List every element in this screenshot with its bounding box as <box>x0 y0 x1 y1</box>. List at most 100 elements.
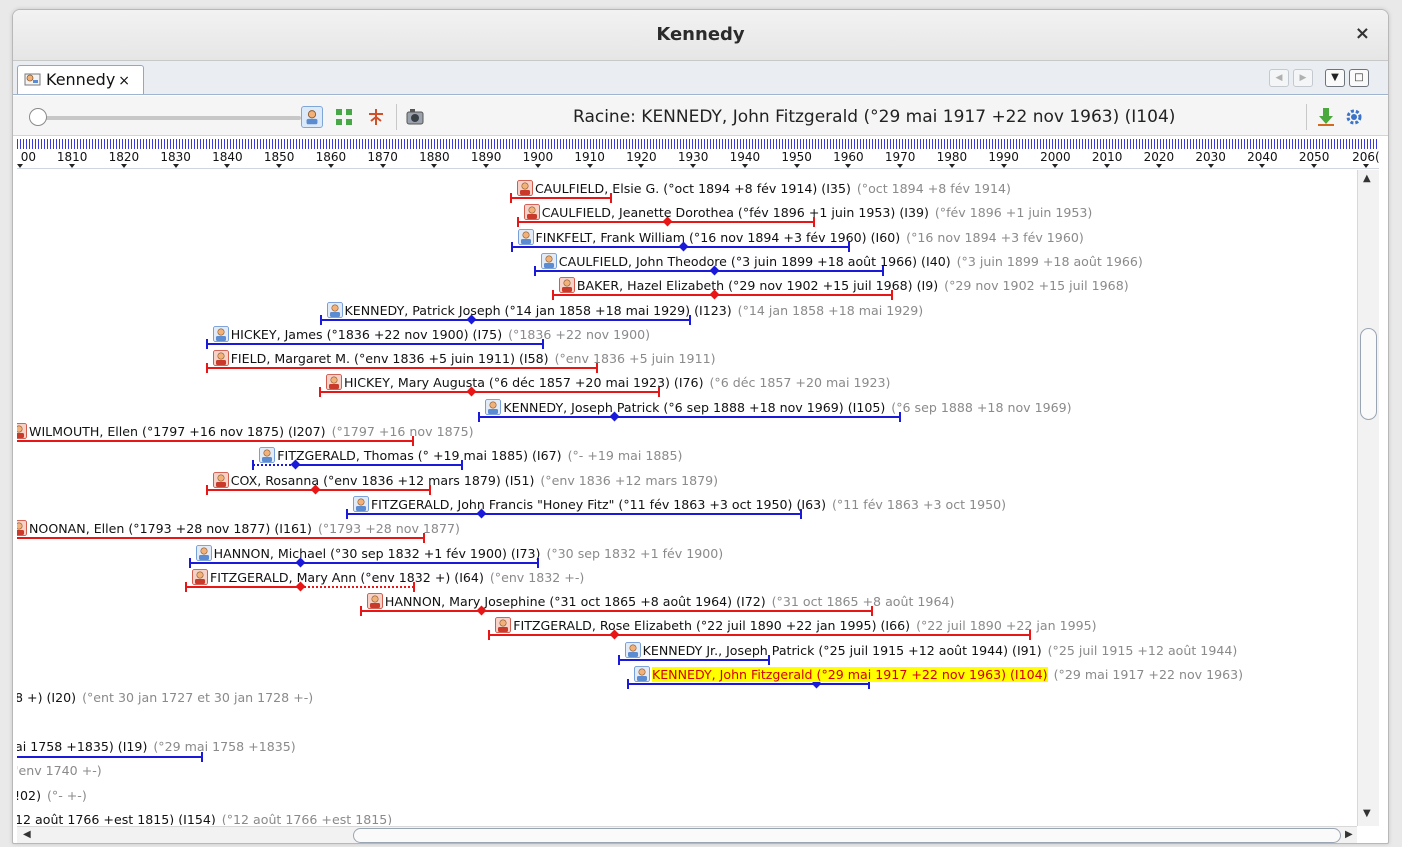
lifespan-bar <box>17 440 414 442</box>
vertical-scroll-thumb[interactable] <box>1360 328 1377 420</box>
person-row[interactable]: NOONAN, Ellen (°1793 +28 nov 1877) (I161… <box>17 520 1357 544</box>
person-row[interactable]: KENNEDY, John Fitzgerald (°29 mai 1917 +… <box>17 666 1357 690</box>
person-row[interactable]: HANNON, Mary Josephine (°31 oct 1865 +8 … <box>17 593 1357 617</box>
scroll-up-icon[interactable]: ▲ <box>1363 173 1371 184</box>
person-label[interactable]: ai 1758 +1835) (I19) (°29 mai 1758 +1835) <box>17 739 296 755</box>
birth-marker <box>205 363 208 374</box>
person-label[interactable]: KENNEDY Jr., Joseph Patrick (°25 juil 19… <box>624 641 1237 659</box>
person-label[interactable]: WILMOUTH, Ellen (°1797 +16 nov 1875) (I2… <box>17 423 474 440</box>
person-label[interactable]: FITZGERALD, Rose Elizabeth (°22 juil 189… <box>495 617 1097 634</box>
next-tab-icon[interactable]: ▶ <box>1293 69 1313 87</box>
person-label[interactable]: FITZGERALD, Mary Ann (°env 1832 +) (I64)… <box>192 568 584 586</box>
person-name: COX, Rosanna (°env 1836 +12 mars 1879) (… <box>230 472 535 488</box>
expand-tree-icon[interactable] <box>333 106 355 128</box>
person-label[interactable]: CAULFIELD, John Theodore (°3 juin 1899 +… <box>540 252 1143 270</box>
vertical-scrollbar[interactable]: ▲ ▼ <box>1357 170 1379 826</box>
person-row[interactable]: CAULFIELD, Elsie G. (°oct 1894 +8 fév 19… <box>17 180 1357 204</box>
person-row[interactable]: FITZGERALD, Thomas (° +19 mai 1885) (I67… <box>17 447 1357 471</box>
person-dates-hint: (°- +19 mai 1885) <box>567 448 683 464</box>
person-label[interactable]: HICKEY, Mary Augusta (°6 déc 1857 +20 ma… <box>326 374 890 391</box>
tab-kennedy[interactable]: Kennedy × <box>17 65 144 94</box>
close-window-button[interactable]: × <box>1355 23 1370 44</box>
person-row[interactable]: FITZGERALD, Rose Elizabeth (°22 juil 189… <box>17 617 1357 641</box>
person-label[interactable]: KENNEDY, Joseph Patrick (°6 sep 1888 +18… <box>485 398 1072 416</box>
previous-tab-icon[interactable]: ◀ <box>1269 69 1289 87</box>
person-label[interactable]: HANNON, Mary Josephine (°31 oct 1865 +8 … <box>367 593 954 610</box>
ruler-year-label: 1960 <box>833 150 864 164</box>
person-row[interactable]: BAKER, Hazel Elizabeth (°29 nov 1902 +15… <box>17 277 1357 301</box>
person-label[interactable]: FITZGERALD, John Francis "Honey Fitz" (°… <box>353 495 1006 513</box>
person-name: WILMOUTH, Ellen (°1797 +16 nov 1875) (I2… <box>29 424 326 439</box>
person-row[interactable]: 'env 1740 +-) <box>17 763 1357 787</box>
tab-list-dropdown-icon[interactable]: ▼ <box>1325 69 1345 87</box>
person-label[interactable]: HICKEY, James (°1836 +22 nov 1900) (I75)… <box>212 325 650 343</box>
person-label[interactable]: CAULFIELD, Jeanette Dorothea (°fév 1896 … <box>523 204 1092 221</box>
person-row[interactable]: FINKFELT, Frank William (°16 nov 1894 +3… <box>17 228 1357 253</box>
person-row[interactable]: !02) (°- +-) <box>17 788 1357 812</box>
close-tab-button[interactable]: × <box>118 73 130 89</box>
scroll-left-icon[interactable]: ◀ <box>23 829 31 840</box>
person-name: FITZGERALD, Thomas (° +19 mai 1885) (I67… <box>277 448 562 464</box>
person-row[interactable]: 12 août 1766 +est 1815) (I154) (°12 août … <box>17 812 1357 825</box>
ruler-year-label: 1890 <box>470 150 502 164</box>
root-person-label: Racine: KENNEDY, John Fitzgerald (°29 ma… <box>573 107 1176 127</box>
ruler-year-marker <box>276 164 283 168</box>
root-person-label[interactable]: KENNEDY, John Fitzgerald (°29 mai 1917 +… <box>634 666 1243 683</box>
person-label[interactable]: 12 août 1766 +est 1815) (I154) (°12 août … <box>17 812 392 825</box>
scroll-down-icon[interactable]: ▼ <box>1363 808 1371 819</box>
person-row[interactable]: COX, Rosanna (°env 1836 +12 mars 1879) (… <box>17 471 1357 496</box>
person-row[interactable] <box>17 715 1357 739</box>
ruler-year-label: 1810 <box>56 150 88 164</box>
person-view-icon[interactable] <box>301 106 323 128</box>
male-person-icon <box>485 398 502 415</box>
scroll-right-icon[interactable]: ▶ <box>1345 829 1353 840</box>
person-label[interactable]: NOONAN, Ellen (°1793 +28 nov 1877) (I161… <box>17 520 460 537</box>
maximize-icon[interactable]: □ <box>1349 69 1369 87</box>
birth-marker <box>252 460 255 471</box>
person-label[interactable]: BAKER, Hazel Elizabeth (°29 nov 1902 +15… <box>559 277 1129 294</box>
settings-icon[interactable] <box>1343 106 1365 128</box>
person-label[interactable]: HANNON, Michael (°30 sep 1832 +1 fév 190… <box>195 544 723 562</box>
person-row[interactable]: FITZGERALD, Mary Ann (°env 1832 +) (I64)… <box>17 568 1357 593</box>
timeline-plot[interactable]: CAULFIELD, Elsie G. (°oct 1894 +8 fév 19… <box>17 170 1357 825</box>
ruler-year-marker <box>379 164 386 168</box>
trim-icon[interactable] <box>365 106 387 128</box>
person-label[interactable]: COX, Rosanna (°env 1836 +12 mars 1879) (… <box>212 471 719 489</box>
person-row[interactable]: KENNEDY, Joseph Patrick (°6 sep 1888 +18… <box>17 398 1357 423</box>
person-row[interactable]: WILMOUTH, Ellen (°1797 +16 nov 1875) (I2… <box>17 423 1357 447</box>
person-row[interactable]: HANNON, Michael (°30 sep 1832 +1 fév 190… <box>17 544 1357 569</box>
person-label[interactable]: 'env 1740 +-) <box>17 763 102 779</box>
person-label[interactable]: KENNEDY, Patrick Joseph (°14 jan 1858 +1… <box>326 301 923 319</box>
person-row[interactable]: KENNEDY, Patrick Joseph (°14 jan 1858 +1… <box>17 301 1357 326</box>
download-icon[interactable] <box>1315 106 1337 128</box>
person-row[interactable]: HICKEY, Mary Augusta (°6 déc 1857 +20 ma… <box>17 374 1357 398</box>
person-label[interactable]: CAULFIELD, Elsie G. (°oct 1894 +8 fév 19… <box>517 180 1011 197</box>
person-row[interactable]: FIELD, Margaret M. (°env 1836 +5 juin 19… <box>17 350 1357 374</box>
zoom-slider-knob[interactable] <box>29 108 47 126</box>
birth-marker <box>359 606 362 617</box>
person-label[interactable]: FIELD, Margaret M. (°env 1836 +5 juin 19… <box>212 350 716 367</box>
horizontal-scroll-thumb[interactable] <box>353 828 1341 843</box>
person-row[interactable]: ai 1758 +1835) (I19) (°29 mai 1758 +1835) <box>17 739 1357 763</box>
person-label[interactable]: FITZGERALD, Thomas (° +19 mai 1885) (I67… <box>259 447 682 464</box>
person-label[interactable]: !02) (°- +-) <box>17 788 87 804</box>
person-row[interactable]: 8 +) (I20) (°ent 30 jan 1727 et 30 jan 17… <box>17 690 1357 714</box>
person-row[interactable]: FITZGERALD, John Francis "Honey Fitz" (°… <box>17 495 1357 520</box>
person-label[interactable]: FINKFELT, Frank William (°16 nov 1894 +3… <box>517 228 1084 246</box>
zoom-slider[interactable] <box>31 116 301 120</box>
person-row[interactable]: CAULFIELD, John Theodore (°3 juin 1899 +… <box>17 252 1357 277</box>
person-dates-hint: (°- +-) <box>47 787 87 803</box>
person-dates-hint: (°env 1836 +12 mars 1879) <box>540 472 719 488</box>
person-row[interactable]: CAULFIELD, Jeanette Dorothea (°fév 1896 … <box>17 204 1357 228</box>
lifespan-bar <box>17 537 424 540</box>
ruler-year-label: 2030 <box>1195 150 1226 164</box>
horizontal-scrollbar[interactable]: ◀ ▶ <box>17 826 1357 843</box>
person-row[interactable]: HICKEY, James (°1836 +22 nov 1900) (I75)… <box>17 325 1357 350</box>
camera-icon[interactable] <box>404 106 426 128</box>
person-name: KENNEDY, John Fitzgerald (°29 mai 1917 +… <box>651 667 1048 682</box>
person-name: HANNON, Michael (°30 sep 1832 +1 fév 190… <box>213 545 541 561</box>
ruler-year-marker <box>17 164 24 168</box>
person-label[interactable]: 8 +) (I20) (°ent 30 jan 1727 et 30 jan 17… <box>17 690 313 706</box>
person-row[interactable]: KENNEDY Jr., Joseph Patrick (°25 juil 19… <box>17 641 1357 666</box>
ruler-year-label: 2000 <box>1040 150 1071 164</box>
